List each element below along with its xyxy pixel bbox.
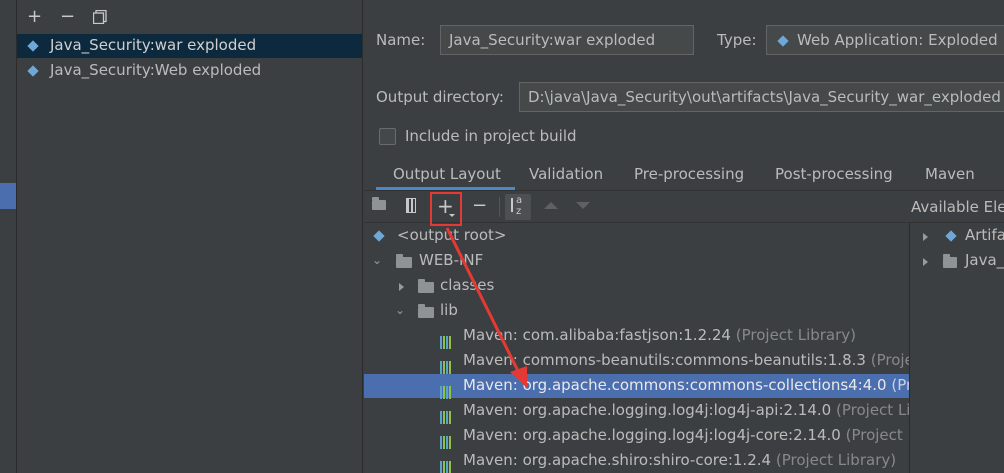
tree-row-available[interactable]: Java_S bbox=[910, 249, 1004, 273]
tab-maven[interactable]: Maven bbox=[925, 165, 975, 183]
create-archive-icon[interactable] bbox=[406, 198, 416, 213]
available-item-label: Artifa bbox=[965, 226, 1004, 244]
output-root-icon bbox=[373, 230, 385, 242]
library-icon bbox=[440, 380, 452, 399]
library-name: Maven: com.alibaba:fastjson:1.2.24 bbox=[463, 326, 731, 344]
chevron-right-icon[interactable] bbox=[923, 258, 928, 266]
available-item-label: Java_S bbox=[965, 251, 1004, 269]
tab-post-processing[interactable]: Post-processing bbox=[775, 165, 893, 183]
chevron-right-icon[interactable] bbox=[399, 283, 404, 291]
tree-row-output-root[interactable]: <output root> bbox=[364, 224, 909, 248]
tree-row-classes[interactable]: classes bbox=[364, 274, 909, 298]
artifacts-icon bbox=[945, 230, 957, 242]
library-name: Maven: org.apache.logging.log4j:log4j-co… bbox=[463, 426, 841, 444]
sort-elements-button[interactable]: a z bbox=[505, 194, 531, 220]
add-artifact-button[interactable]: + bbox=[27, 8, 42, 26]
output-root-label: <output root> bbox=[397, 226, 507, 244]
library-scope: (Project Lib bbox=[836, 401, 909, 419]
sort-label-z: z bbox=[516, 206, 522, 217]
library-label: Maven: com.alibaba:fastjson:1.2.24 (Proj… bbox=[463, 326, 856, 344]
library-icon bbox=[440, 405, 452, 424]
copy-artifact-icon[interactable] bbox=[92, 9, 107, 25]
library-label: Maven: org.apache.shiro:shiro-core:1.2.4… bbox=[463, 451, 896, 469]
classes-label: classes bbox=[440, 276, 495, 294]
folder-icon bbox=[396, 254, 412, 268]
include-build-checkbox[interactable] bbox=[379, 128, 396, 145]
tree-row-library[interactable]: Maven: com.alibaba:fastjson:1.2.24 (Proj… bbox=[364, 324, 909, 349]
tree-row-library[interactable]: Maven: org.apache.shiro:shiro-core:1.2.4… bbox=[364, 449, 909, 473]
library-label: Maven: org.apache.logging.log4j:log4j-ap… bbox=[463, 401, 909, 419]
library-scope: (Project Li bbox=[845, 426, 909, 444]
tab-validation[interactable]: Validation bbox=[529, 165, 603, 183]
list-item-artifact-1[interactable]: Java_Security:Web exploded bbox=[17, 59, 362, 83]
move-down-icon[interactable] bbox=[576, 202, 590, 209]
library-icon bbox=[440, 430, 452, 449]
name-label: Name: bbox=[376, 31, 426, 49]
tree-row-lib[interactable]: ⌄ lib bbox=[364, 299, 909, 323]
library-label: Maven: org.apache.logging.log4j:log4j-co… bbox=[463, 426, 909, 444]
web-inf-label: WEB-INF bbox=[419, 251, 484, 269]
type-select-value: Web Application: Exploded bbox=[797, 31, 998, 49]
remove-artifact-button[interactable]: − bbox=[60, 8, 75, 26]
library-icon bbox=[440, 455, 452, 473]
tab-output-layout[interactable]: Output Layout bbox=[393, 165, 501, 183]
include-build-label: Include in project build bbox=[405, 127, 577, 145]
artifact-icon bbox=[27, 40, 39, 52]
remove-element-button[interactable]: − bbox=[472, 197, 487, 215]
available-elements-label: Available Ele bbox=[911, 198, 1004, 216]
library-icon bbox=[440, 330, 452, 349]
tree-row-available[interactable]: Artifa bbox=[910, 224, 1004, 248]
left-gutter-selection bbox=[0, 183, 16, 209]
library-name: Maven: org.apache.commons:commons-collec… bbox=[463, 376, 887, 394]
artifact-icon bbox=[27, 65, 39, 77]
folder-icon bbox=[418, 304, 434, 318]
output-layout-tree: <output root> ⌄ WEB-INF classes ⌄ lib Ma… bbox=[364, 223, 909, 473]
output-directory-field[interactable]: D:\java\Java_Security\out\artifacts\Java… bbox=[519, 82, 1004, 112]
available-elements-tree: Artifa Java_S bbox=[910, 223, 1004, 473]
module-icon bbox=[943, 254, 957, 268]
type-label: Type: bbox=[717, 31, 757, 49]
left-gutter bbox=[0, 0, 17, 473]
tree-row-web-inf[interactable]: ⌄ WEB-INF bbox=[364, 249, 909, 273]
tree-row-library[interactable]: Maven: commons-beanutils:commons-beanuti… bbox=[364, 349, 909, 374]
library-name: Maven: org.apache.logging.log4j:log4j-ap… bbox=[463, 401, 832, 419]
library-scope: (Pro bbox=[891, 376, 909, 394]
tab-pre-processing[interactable]: Pre-processing bbox=[634, 165, 744, 183]
chevron-down-icon[interactable]: ⌄ bbox=[372, 253, 382, 267]
library-label: Maven: org.apache.commons:commons-collec… bbox=[463, 376, 909, 394]
move-up-icon[interactable] bbox=[544, 202, 558, 209]
lib-label: lib bbox=[440, 301, 458, 319]
chevron-down-icon[interactable]: ⌄ bbox=[395, 303, 405, 317]
sort-arrow-icon bbox=[511, 198, 513, 212]
folder-icon bbox=[418, 279, 434, 293]
add-copy-dropdown-icon bbox=[449, 214, 455, 217]
sort-label-a: a bbox=[516, 195, 523, 206]
type-select[interactable]: Web Application: Exploded bbox=[766, 25, 1004, 55]
library-scope: (Project bbox=[870, 351, 909, 369]
list-item-artifact-0[interactable]: Java_Security:war exploded bbox=[17, 34, 362, 58]
output-directory-label: Output directory: bbox=[376, 88, 504, 106]
library-label: Maven: commons-beanutils:commons-beanuti… bbox=[463, 351, 909, 369]
artifact-label: Java_Security:war exploded bbox=[50, 36, 257, 54]
add-copy-button[interactable]: + bbox=[437, 196, 454, 216]
chevron-right-icon[interactable] bbox=[923, 233, 928, 241]
library-icon bbox=[440, 355, 452, 374]
layout-toolbar: + − a z Available Ele bbox=[364, 191, 1004, 226]
tree-row-library[interactable]: Maven: org.apache.logging.log4j:log4j-ap… bbox=[364, 399, 909, 424]
artifact-label: Java_Security:Web exploded bbox=[50, 61, 262, 79]
library-scope: (Project Library) bbox=[775, 451, 897, 469]
library-scope: (Project Library) bbox=[735, 326, 857, 344]
tree-row-library-selected[interactable]: Maven: org.apache.commons:commons-collec… bbox=[364, 374, 909, 399]
toolbar-separator bbox=[499, 197, 500, 217]
name-field[interactable]: Java_Security:war exploded bbox=[440, 25, 694, 55]
library-name: Maven: org.apache.shiro:shiro-core:1.2.4 bbox=[463, 451, 772, 469]
tree-row-library[interactable]: Maven: org.apache.logging.log4j:log4j-co… bbox=[364, 424, 909, 449]
create-directory-icon[interactable] bbox=[372, 197, 386, 210]
artifacts-panel: + − Java_Security:war exploded Java_Secu… bbox=[17, 0, 363, 473]
library-name: Maven: commons-beanutils:commons-beanuti… bbox=[463, 351, 866, 369]
